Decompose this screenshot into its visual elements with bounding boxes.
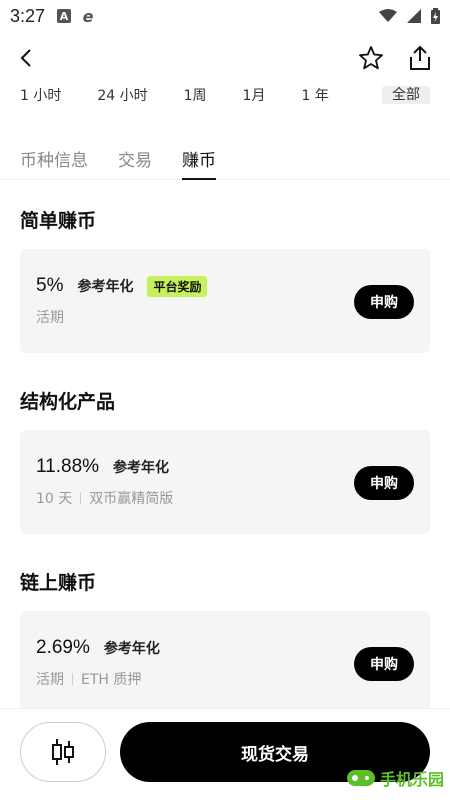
product-card-onchain-earn[interactable]: 2.69% 参考年化 活期 ETH 质押 申购 (20, 611, 430, 715)
section-title-structured: 结构化产品 (20, 391, 116, 413)
watermark: 手机乐园 (346, 766, 444, 790)
section-title-onchain-earn: 链上赚币 (20, 572, 97, 594)
apr-value: 2.69% (36, 637, 90, 658)
apr-value: 11.88% (36, 456, 100, 477)
time-range-1w[interactable]: 1周 (184, 85, 207, 105)
status-time: 3:27 (10, 5, 46, 26)
status-bar: 3:27 A e (0, 0, 450, 32)
product-type-label: 双币赢精简版 (89, 491, 174, 507)
star-icon[interactable] (358, 45, 384, 71)
apr-label: 参考年化 (103, 641, 160, 657)
term-label: 活期 (36, 672, 64, 688)
browser-e-icon: e (82, 6, 94, 26)
subscribe-button[interactable]: 申购 (354, 285, 414, 319)
top-nav (0, 32, 450, 84)
apr-value: 5% (36, 275, 64, 296)
time-range-1y[interactable]: 1 年 (301, 85, 328, 105)
candlestick-icon (52, 739, 74, 765)
chevron-left-icon[interactable] (18, 47, 34, 69)
battery-icon (431, 8, 440, 24)
subscribe-button[interactable]: 申购 (354, 466, 414, 500)
apr-label: 参考年化 (77, 279, 134, 295)
divider (80, 492, 82, 504)
wifi-icon (379, 9, 397, 22)
product-card-structured[interactable]: 11.88% 参考年化 10 天 双币赢精简版 申购 (20, 430, 430, 534)
tab-bar: 币种信息 交易 赚币 (0, 132, 450, 180)
time-range-24h[interactable]: 24 小时 (97, 85, 147, 105)
chart-button[interactable] (20, 722, 106, 782)
time-range-1m[interactable]: 1月 (243, 85, 266, 105)
product-type-label: ETH 质押 (81, 672, 142, 688)
divider (72, 673, 73, 685)
tab-trade[interactable]: 交易 (118, 132, 152, 179)
game-controller-icon (346, 770, 375, 786)
tab-coin-info[interactable]: 币种信息 (20, 132, 88, 179)
signal-icon (407, 9, 421, 23)
time-range-1h[interactable]: 1 小时 (20, 85, 61, 105)
subscribe-button[interactable]: 申购 (354, 647, 414, 681)
term-label: 10 天 (36, 491, 73, 507)
platform-reward-badge: 平台奖励 (147, 275, 208, 297)
term-label: 活期 (36, 310, 64, 326)
notification-a-icon: A (57, 9, 72, 23)
share-icon[interactable] (408, 45, 432, 71)
watermark-text: 手机乐园 (379, 770, 444, 789)
apr-label: 参考年化 (113, 460, 170, 476)
time-range-all[interactable]: 全部 (382, 86, 430, 104)
section-title-simple-earn: 简单赚币 (20, 210, 97, 232)
time-range-selector: 1 小时 24 小时 1周 1月 1 年 全部 (0, 84, 450, 106)
tab-earn[interactable]: 赚币 (182, 132, 216, 180)
product-card-simple-earn[interactable]: 5% 参考年化 平台奖励 活期 申购 (20, 249, 430, 353)
